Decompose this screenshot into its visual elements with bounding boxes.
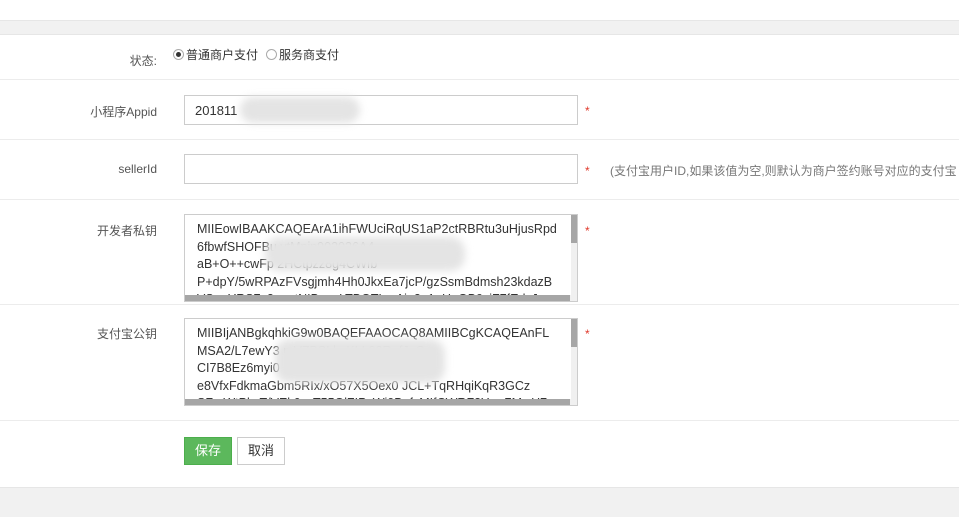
public-key-textarea[interactable]: MIIBIjANBgkqhkiG9w0BAQEFAAOCAQ8AMIIBCgKC…	[184, 318, 578, 406]
seller-id-required-mark: *	[585, 164, 590, 178]
vertical-scrollbar[interactable]	[571, 215, 577, 295]
status-row: 状态: 普通商户支付 服务商支付	[0, 35, 959, 80]
save-button[interactable]: 保存	[184, 437, 232, 465]
private-key-label: 开发者私钥	[96, 224, 157, 238]
radio-checked-icon[interactable]	[173, 49, 184, 60]
redaction-blur	[275, 339, 445, 383]
appid-row: 小程序Appid *	[0, 80, 959, 140]
radio-normal-merchant[interactable]: 普通商户支付	[173, 46, 258, 63]
public-key-label: 支付宝公钥	[96, 327, 157, 341]
status-label: 状态:	[129, 54, 157, 68]
top-bar	[0, 0, 959, 21]
private-key-row: 开发者私钥 MIIEowIBAAKCAQEArA1ihFWUciRqUS1aP2…	[0, 200, 959, 305]
seller-id-hint: (支付宝用户ID,如果该值为空,则默认为商户签约账号对应的支付宝	[610, 164, 957, 178]
appid-required-mark: *	[585, 104, 590, 118]
private-key-required-mark: *	[585, 224, 590, 238]
redaction-blur	[265, 237, 465, 271]
settings-form: 状态: 普通商户支付 服务商支付 小程序Appid * sellerId * (…	[0, 34, 959, 488]
radio-service-provider-label: 服务商支付	[279, 48, 340, 62]
private-key-textarea[interactable]: MIIEowIBAAKCAQEArA1ihFWUciRqUS1aP2ctRBRt…	[184, 214, 578, 302]
public-key-required-mark: *	[585, 327, 590, 341]
public-key-row: 支付宝公钥 MIIBIjANBgkqhkiG9w0BAQEFAAOCAQ8AMI…	[0, 305, 959, 421]
scrollbar-thumb[interactable]	[185, 295, 570, 301]
seller-id-input[interactable]	[184, 154, 578, 184]
radio-service-provider[interactable]: 服务商支付	[266, 46, 339, 63]
appid-label: 小程序Appid	[90, 105, 157, 119]
redaction-blur	[240, 97, 360, 123]
radio-normal-merchant-label: 普通商户支付	[186, 48, 259, 62]
scrollbar-thumb[interactable]	[571, 215, 577, 243]
radio-unchecked-icon[interactable]	[266, 49, 278, 60]
scrollbar-thumb[interactable]	[185, 399, 570, 405]
seller-id-row: sellerId * (支付宝用户ID,如果该值为空,则默认为商户签约账号对应的…	[0, 140, 959, 200]
vertical-scrollbar[interactable]	[571, 319, 577, 399]
seller-id-label: sellerId	[118, 162, 157, 176]
horizontal-scrollbar[interactable]	[185, 399, 577, 405]
horizontal-scrollbar[interactable]	[185, 295, 577, 301]
scrollbar-thumb[interactable]	[571, 319, 577, 347]
status-radio-group: 普通商户支付 服务商支付	[173, 46, 347, 63]
cancel-button[interactable]: 取消	[237, 437, 285, 465]
